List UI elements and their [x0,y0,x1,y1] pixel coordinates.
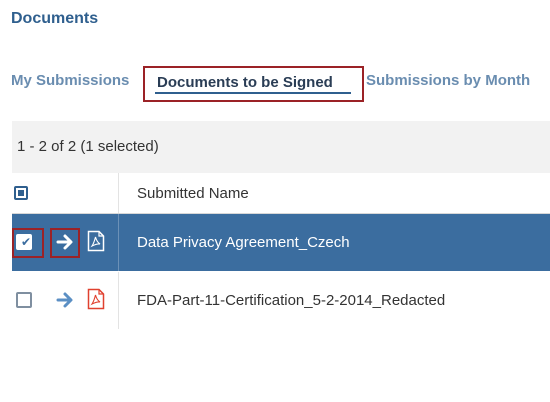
tab-my-submissions[interactable]: My Submissions [11,66,129,102]
column-divider [118,173,119,213]
table-row[interactable]: ✔ Data Privacy Agreement_Czech [12,214,550,271]
pdf-icon[interactable] [87,288,105,310]
tab-submissions-by-month[interactable]: Submissions by Month [366,66,530,102]
tab-documents-to-be-signed-label: Documents to be Signed [157,74,333,91]
arrow-right-icon[interactable] [55,289,75,311]
document-name[interactable]: Data Privacy Agreement_Czech [137,214,350,271]
row-checkbox[interactable] [16,292,32,308]
arrow-right-icon[interactable] [55,231,75,253]
partial-select-indicator [18,190,24,196]
column-divider [118,272,119,329]
column-divider [118,214,119,271]
table-row[interactable]: FDA-Part-11-Certification_5-2-2014_Redac… [12,272,550,329]
column-header-submitted-name[interactable]: Submitted Name [137,173,249,214]
document-name[interactable]: FDA-Part-11-Certification_5-2-2014_Redac… [137,272,445,329]
row-checkbox[interactable]: ✔ [16,234,32,250]
record-count-text: 1 - 2 of 2 (1 selected) [17,138,159,155]
page-title: Documents [11,10,99,27]
tab-documents-to-be-signed[interactable]: Documents to be Signed [143,66,364,102]
record-count-bar: 1 - 2 of 2 (1 selected) [12,121,550,173]
table-header: Submitted Name [12,173,550,214]
checkmark-icon: ✔ [21,235,32,249]
select-all-checkbox[interactable] [14,186,28,200]
tab-bar: My Submissions Documents to be Signed Su… [11,66,550,102]
pdf-icon[interactable] [87,230,105,252]
active-tab-indicator [155,92,351,94]
